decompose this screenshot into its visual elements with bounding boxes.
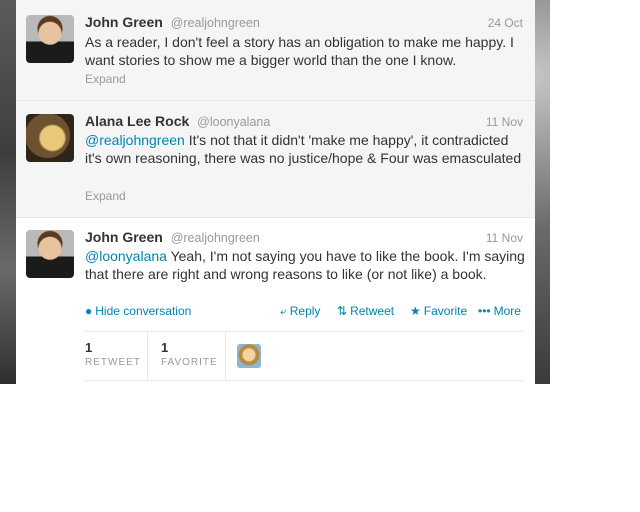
favoriter-avatar[interactable] — [237, 344, 261, 368]
author-name[interactable]: John Green @realjohngreen — [85, 229, 260, 245]
tweet-stats: 1 RETWEET 1 FAVORITE — [85, 331, 523, 381]
tweet-text: As a reader, I don't feel a story has an… — [85, 34, 514, 68]
author-name-text[interactable]: John Green — [85, 14, 163, 30]
expand-link[interactable]: Expand — [85, 189, 126, 203]
stat-divider — [147, 332, 148, 380]
reply-label: Reply — [289, 304, 321, 318]
tweet-actions: ● Hide conversation ⤶ Reply ⇅ Retweet ★ Favo… — [85, 304, 523, 320]
retweet-count: 1 — [85, 340, 93, 355]
star-icon: ★ — [410, 304, 421, 318]
retweet-label: Retweet — [350, 304, 395, 318]
mention-link[interactable]: @realjohngreen — [85, 132, 185, 148]
avatar[interactable] — [26, 230, 74, 278]
retweet-icon: ⇅ — [337, 304, 348, 318]
reply-arrow-icon: ⤶ — [280, 304, 287, 318]
author-handle[interactable]: @realjohngreen — [171, 16, 260, 30]
tweet-header: John Green @realjohngreen 24 Oct — [85, 14, 523, 32]
background-left-edge — [0, 0, 16, 384]
favorite-label: Favorite — [423, 304, 468, 318]
tweet-text: @realjohngreen It's not that it didn't '… — [85, 131, 525, 167]
tweet-timestamp[interactable]: 11 Nov — [486, 115, 523, 129]
favorite-count: 1 — [161, 340, 169, 355]
favorite-stat-label: FAVORITE — [161, 357, 218, 368]
reply-button[interactable]: ⤶ Reply — [280, 304, 320, 319]
more-label: More — [493, 304, 521, 318]
stat-divider — [225, 332, 226, 380]
tweet-timestamp[interactable]: 11 Nov — [486, 231, 523, 245]
tweet-item-expanded[interactable]: John Green @realjohngreen 11 Nov @loonya… — [16, 218, 535, 384]
author-name-text[interactable]: Alana Lee Rock — [85, 113, 189, 129]
retweet-stat[interactable]: 1 RETWEET — [85, 332, 147, 380]
author-name[interactable]: Alana Lee Rock @loonyalana — [85, 113, 270, 129]
favorite-stat[interactable]: 1 FAVORITE — [161, 332, 223, 380]
author-name[interactable]: John Green @realjohngreen — [85, 14, 260, 30]
tweet-header: John Green @realjohngreen 11 Nov — [85, 229, 523, 247]
expand-link[interactable]: Expand — [85, 72, 126, 86]
retweet-stat-label: RETWEET — [85, 357, 141, 368]
more-button[interactable]: ••• More — [478, 304, 521, 318]
tweet-item[interactable]: John Green @realjohngreen 24 Oct As a re… — [16, 0, 535, 101]
speech-bubble-icon: ● — [85, 304, 93, 318]
tweet-header: Alana Lee Rock @loonyalana 11 Nov — [85, 113, 523, 131]
tweet-stream: John Green @realjohngreen 24 Oct As a re… — [16, 0, 535, 384]
avatar[interactable] — [26, 114, 74, 162]
ellipsis-icon: ••• — [478, 304, 491, 318]
author-handle[interactable]: @realjohngreen — [171, 231, 260, 245]
favorite-button[interactable]: ★ Favorite — [410, 304, 467, 318]
retweet-button[interactable]: ⇅ Retweet — [337, 304, 394, 318]
avatar[interactable] — [26, 15, 74, 63]
hide-conversation-link[interactable]: ● Hide conversation — [85, 304, 191, 318]
hide-conversation-label: Hide conversation — [95, 304, 192, 318]
tweet-item[interactable]: Alana Lee Rock @loonyalana 11 Nov @realj… — [16, 101, 535, 218]
tweet-timestamp[interactable]: 24 Oct — [488, 16, 523, 30]
author-name-text[interactable]: John Green — [85, 229, 163, 245]
mention-link[interactable]: @loonyalana — [85, 248, 167, 264]
author-handle[interactable]: @loonyalana — [197, 115, 270, 129]
tweet-text: @loonyalana Yeah, I'm not saying you hav… — [85, 247, 525, 283]
